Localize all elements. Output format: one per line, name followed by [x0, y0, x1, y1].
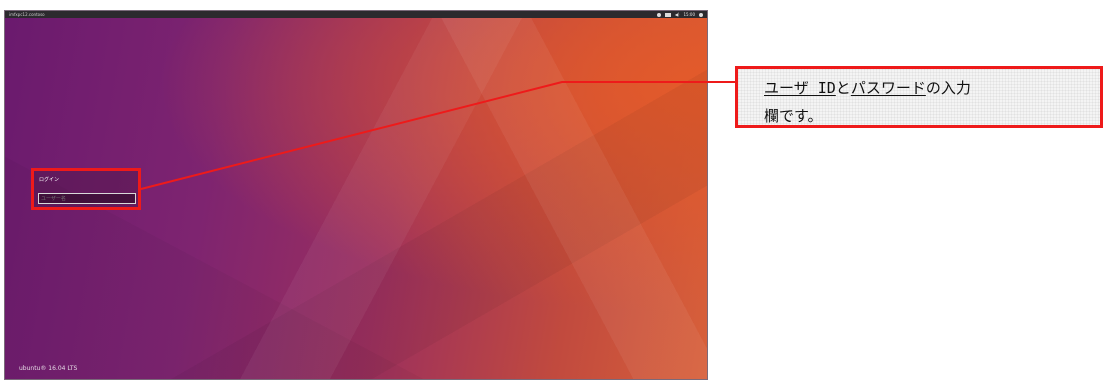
callout-input: の入力: [925, 79, 971, 97]
callout-password: パスワード: [850, 79, 926, 97]
indicator-area: ◀) 15:00: [656, 11, 703, 18]
login-panel: ログイン: [31, 168, 141, 210]
power-icon[interactable]: [699, 12, 703, 17]
volume-icon[interactable]: ◀): [675, 11, 680, 18]
callout-line1: ユーザ IDとパスワードの入力: [764, 77, 971, 98]
callout-box: ユーザ IDとパスワードの入力 欄です。: [735, 66, 1103, 128]
callout-and: と: [835, 79, 851, 97]
keyboard-icon[interactable]: [664, 12, 671, 17]
clock: 15:00: [683, 12, 695, 17]
login-label: ログイン: [39, 177, 60, 183]
callout-userid: ユーザ ID: [764, 79, 836, 97]
network-icon[interactable]: [656, 12, 661, 17]
top-panel: imfxpc12.contoso ◀) 15:00: [5, 11, 707, 18]
username-input[interactable]: [38, 193, 136, 204]
callout-line2: 欄です。: [764, 107, 823, 125]
hostname-label: imfxpc12.contoso: [9, 12, 45, 17]
ubuntu-brand: ubuntu® 16.04 LTS: [19, 365, 78, 372]
